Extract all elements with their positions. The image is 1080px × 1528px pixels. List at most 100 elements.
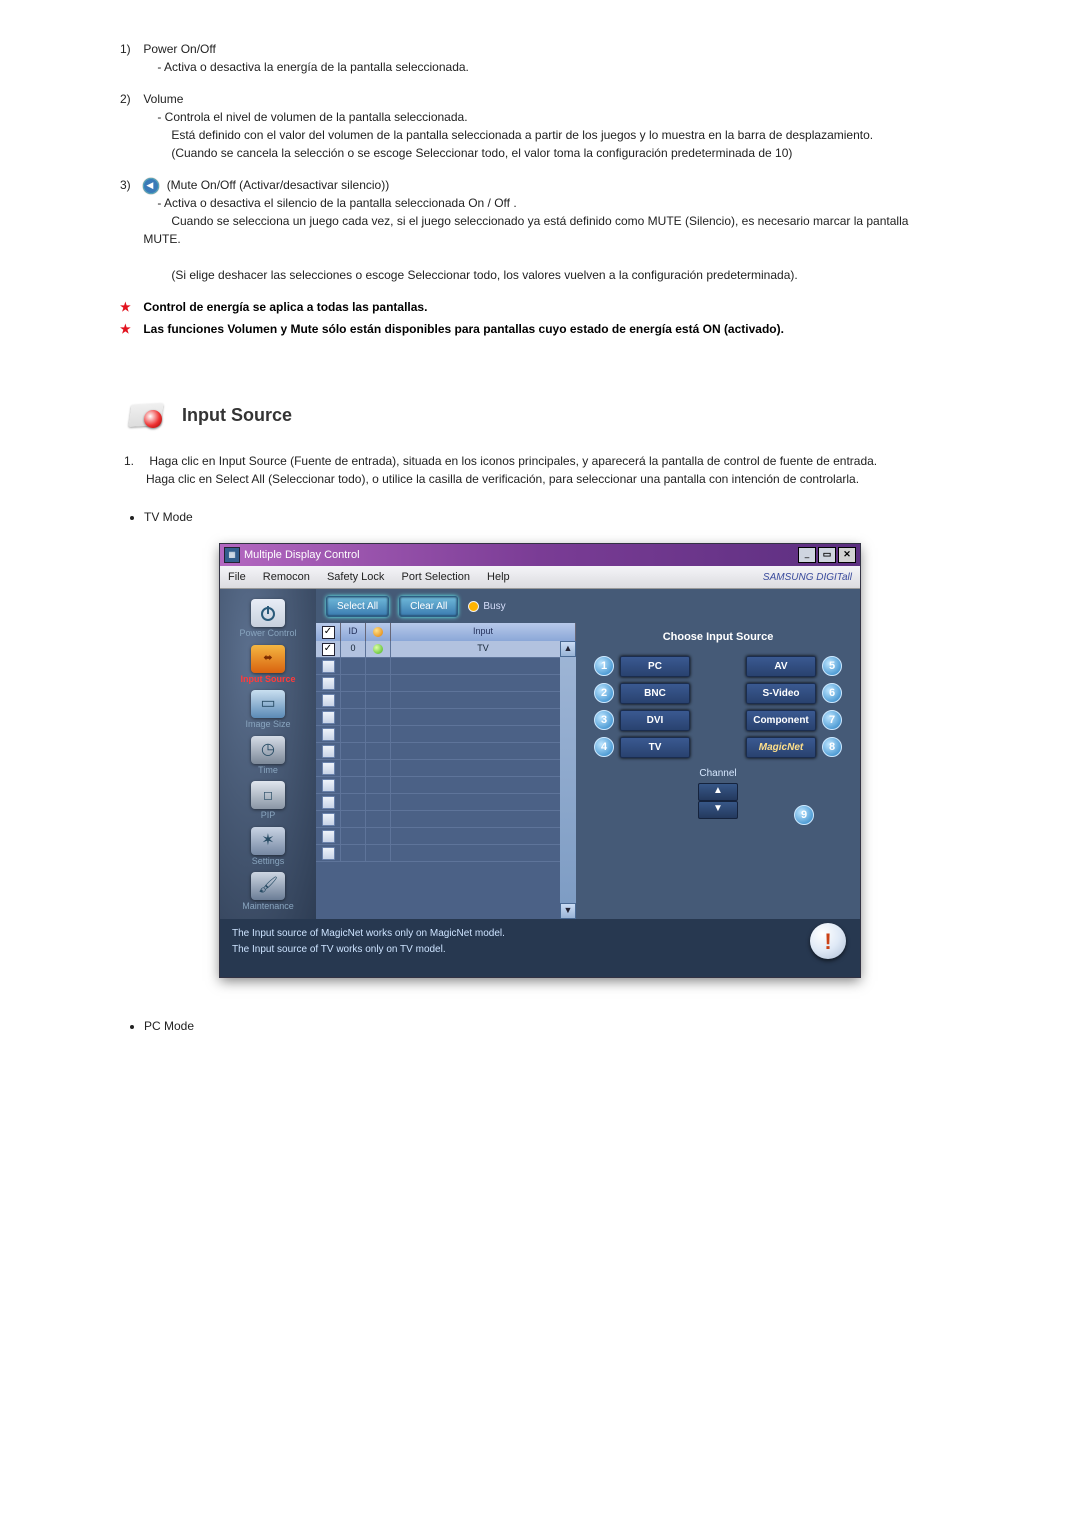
grid-header-input: Input [391,623,576,641]
input-source-icon: ⬌ [251,645,285,673]
busy-indicator-icon [468,601,479,612]
callout-2: 2 [594,683,614,703]
grid-row-empty[interactable] [316,692,576,709]
intro-number: 1. [124,452,146,470]
window-close-button[interactable]: ✕ [838,547,856,563]
grid-row-empty[interactable] [316,845,576,862]
grid-row-empty[interactable] [316,777,576,794]
row-input: TV [391,641,576,658]
time-icon: ◷ [251,736,285,764]
note-star-icon: ★ [120,320,134,338]
select-all-button[interactable]: Select All [326,596,389,617]
grid-row-empty[interactable] [316,794,576,811]
grid-row-empty[interactable] [316,811,576,828]
footer-line-2: The Input source of TV works only on TV … [232,942,848,957]
callout-5: 5 [822,656,842,676]
sidebar-item-settings[interactable]: ✶ Settings [226,827,310,869]
mdc-window: ▦ Multiple Display Control _ ▭ ✕ File Re… [220,544,860,977]
item-1-title: Power On/Off [143,42,215,56]
intro-p1: Haga clic en Input Source (Fuente de ent… [149,454,877,468]
footer-line-1: The Input source of MagicNet works only … [232,926,848,941]
callout-1: 1 [594,656,614,676]
row-id: 0 [341,641,366,658]
pip-icon: ◻︎ [251,781,285,809]
item-1-number: 1) [120,40,140,58]
grid-scrollbar[interactable]: ▲ ▼ [560,641,576,919]
grid-row-empty[interactable] [316,743,576,760]
channel-up-button[interactable]: ▲ [698,783,738,801]
grid-row-empty[interactable] [316,658,576,675]
item-3-line-3: (Si elige deshacer las selecciones o esc… [171,268,797,282]
section-heading: Input Source [182,402,292,429]
item-3-number: 3) [120,176,140,194]
app-icon: ▦ [224,547,240,563]
window-minimize-button[interactable]: _ [798,547,816,563]
row-checkbox[interactable]: ✓ [322,643,335,656]
grid-row-empty[interactable] [316,726,576,743]
busy-label: Busy [483,599,505,614]
item-3-line-1: Cuando se selecciona un juego cada vez, … [143,214,908,246]
grid-row-empty[interactable] [316,709,576,726]
grid-row-0[interactable]: ✓ 0 TV [316,641,576,658]
channel-label: Channel [590,766,846,781]
clear-all-button[interactable]: Clear All [399,596,458,617]
maintenance-icon: 🖌 [251,872,285,900]
source-pc-button[interactable]: PC [620,656,690,677]
source-dvi-button[interactable]: DVI [620,710,690,731]
sidebar-item-image-size[interactable]: ▭ Image Size [226,690,310,732]
menu-remocon[interactable]: Remocon [263,571,310,583]
item-2-line-2: (Cuando se cancela la selección o se esc… [171,146,792,160]
item-2-line-1: Está definido con el valor del volumen d… [171,128,873,142]
scroll-down-button[interactable]: ▼ [560,903,576,919]
callout-6: 6 [822,683,842,703]
scroll-up-button[interactable]: ▲ [560,641,576,657]
source-av-button[interactable]: AV [746,656,816,677]
menu-help[interactable]: Help [487,571,510,583]
bullet-tv-mode: TV Mode [144,508,960,526]
item-2-line-0: - Controla el nivel de volumen de la pan… [157,110,467,124]
window-maximize-button[interactable]: ▭ [818,547,836,563]
sidebar-label-input: Input Source [226,673,310,687]
settings-icon: ✶ [251,827,285,855]
item-3-line-0: - Activa o desactiva el silencio de la p… [157,196,516,210]
menu-safety-lock[interactable]: Safety Lock [327,571,384,583]
grid-row-empty[interactable] [316,828,576,845]
choose-input-title: Choose Input Source [590,629,846,646]
grid-header-checkbox[interactable]: ✓ [316,623,341,641]
sidebar-item-time[interactable]: ◷ Time [226,736,310,778]
grid-row-empty[interactable] [316,675,576,692]
sidebar-label-time: Time [226,764,310,778]
sidebar-item-maintenance[interactable]: 🖌 Maintenance [226,872,310,914]
note-1-text: Control de energía se aplica a todas las… [143,300,427,314]
status-dot-icon [373,644,383,654]
sidebar-label-image: Image Size [226,718,310,732]
warning-icon: ! [810,923,846,959]
sidebar-label-pip: PIP [226,809,310,823]
source-bnc-button[interactable]: BNC [620,683,690,704]
callout-4: 4 [594,737,614,757]
grid-header-id: ID [341,623,366,641]
source-component-button[interactable]: Component [746,710,816,731]
menu-file[interactable]: File [228,571,246,583]
bullet-pc-mode: PC Mode [144,1017,960,1035]
item-2-title: Volume [143,92,183,106]
callout-8: 8 [822,737,842,757]
item-2-number: 2) [120,90,140,108]
note-star-icon: ★ [120,298,134,316]
channel-down-button[interactable]: ▼ [698,801,738,819]
sidebar-item-pip[interactable]: ◻︎ PIP [226,781,310,823]
sidebar-label-power: Power Control [226,627,310,641]
intro-p2: Haga clic en Select All (Seleccionar tod… [146,472,859,486]
grid-row-empty[interactable] [316,760,576,777]
grid-header-status [366,623,391,641]
mute-icon [143,178,159,194]
note-2-text: Las funciones Volumen y Mute sólo están … [143,322,784,336]
source-tv-button[interactable]: TV [620,737,690,758]
sidebar-item-power-control[interactable]: Power Control [226,599,310,641]
menu-port-selection[interactable]: Port Selection [401,571,469,583]
sidebar-item-input-source[interactable]: ⬌ Input Source [226,645,310,687]
callout-7: 7 [822,710,842,730]
callout-9: 9 [794,805,814,825]
source-magicnet-button[interactable]: MagicNet [746,737,816,758]
source-svideo-button[interactable]: S-Video [746,683,816,704]
